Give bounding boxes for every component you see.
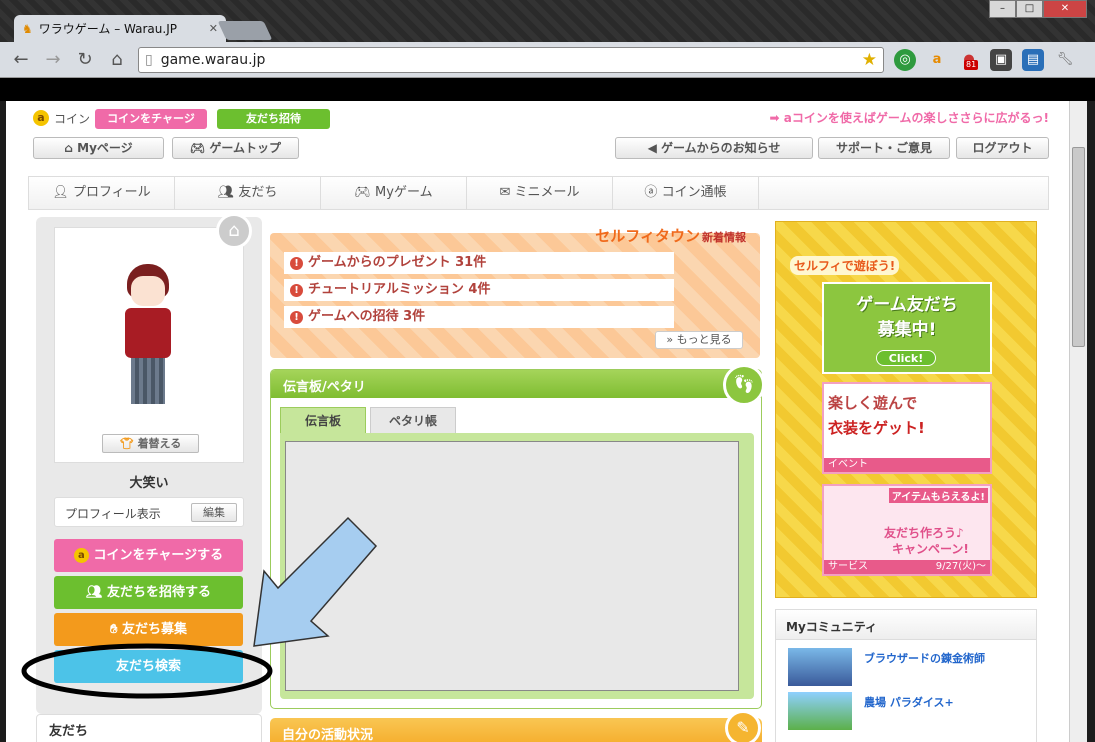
window-controls: – □ ✕ — [989, 0, 1087, 18]
address-bar[interactable]: ▯ game.warau.jp ★ — [138, 46, 884, 73]
annotation-overlay — [21, 516, 378, 699]
tab-close-icon[interactable]: ✕ — [209, 22, 218, 35]
tab-title: ワラウゲーム – Warau.JP — [38, 22, 177, 36]
annotation-arrow — [253, 516, 378, 647]
extension-green-icon[interactable]: ◎ — [894, 48, 916, 71]
screenshot-icon[interactable]: ▣ — [990, 48, 1012, 71]
new-tab-button[interactable] — [217, 21, 273, 40]
minimize-button[interactable]: – — [989, 0, 1016, 18]
notification-badge: 81 — [964, 59, 979, 70]
browser-tab[interactable]: ♞ ワラウゲーム – Warau.JP ✕ — [14, 15, 226, 42]
favicon-icon: ♞ — [22, 21, 33, 36]
browser-window: ♞ ワラウゲーム – Warau.JP ✕ – □ ✕ ← → ↻ ⌂ ▯ ga… — [0, 0, 1095, 742]
bookmark-star-icon[interactable]: ★ — [862, 50, 877, 70]
web-page: a コイン コインをチャージ 友だち招待 ➡ aコインを使えばゲームの楽しささら… — [6, 101, 1069, 742]
forward-icon[interactable]: → — [42, 49, 64, 71]
vertical-scrollbar[interactable] — [1069, 101, 1087, 742]
scrollbar-thumb[interactable] — [1072, 147, 1085, 347]
back-icon[interactable]: ← — [10, 49, 32, 71]
home-icon[interactable]: ⌂ — [106, 49, 128, 71]
bookmark-bar — [0, 78, 1095, 101]
page-icon: ▯ — [145, 51, 153, 68]
notification-icon[interactable]: ●81 — [958, 49, 980, 71]
browser-toolbar: ← → ↻ ⌂ ▯ game.warau.jp ★ ◎ a ●81 ▣ ▤ 🔧︎ — [0, 42, 1095, 78]
reload-icon[interactable]: ↻ — [74, 49, 96, 71]
tab-strip: ♞ ワラウゲーム – Warau.JP ✕ – □ ✕ — [0, 0, 1095, 42]
annotation-circle — [21, 643, 273, 699]
maximize-button[interactable]: □ — [1016, 0, 1043, 18]
amazon-icon[interactable]: a — [926, 49, 948, 71]
wrench-icon[interactable]: 🔧︎ — [1054, 49, 1076, 71]
window-edge — [1087, 101, 1095, 742]
url-text: game.warau.jp — [160, 51, 266, 68]
window-ext-icon[interactable]: ▤ — [1022, 48, 1044, 71]
close-window-button[interactable]: ✕ — [1043, 0, 1087, 18]
